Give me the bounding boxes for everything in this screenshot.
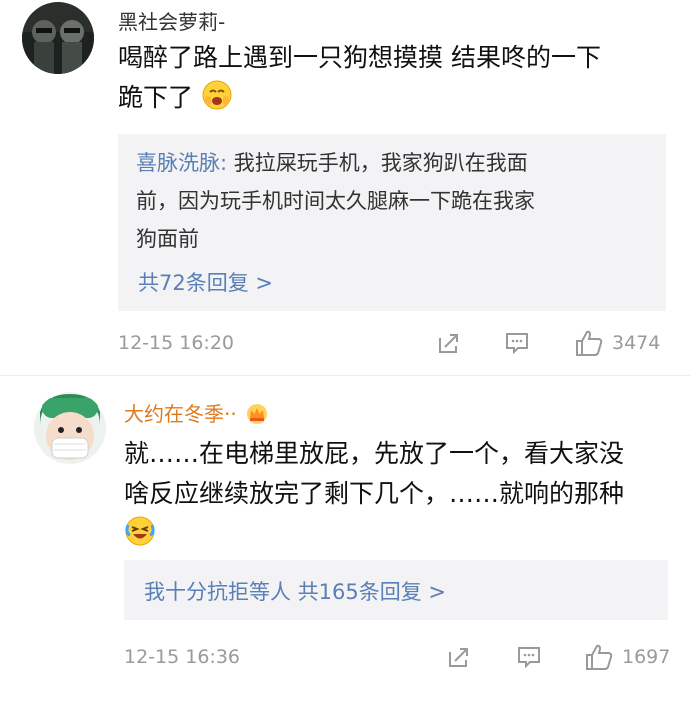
thumbs-up-icon [586,644,613,670]
reply-box[interactable]: 喜脉洗脉: 我拉屎玩手机，我家狗趴在我面 前，因为玩手机时间太久腿麻一下跪在我家… [118,134,666,311]
more-replies-link[interactable]: 共72条回复 > [138,267,273,297]
avatar[interactable] [22,2,94,74]
crown-badge-icon [245,403,269,430]
comment-button[interactable] [504,330,530,356]
comment-2: 大约在冬季·· 就……在电梯里放屁，先放了一个，看大家没 啥反应继续放完了剩下几… [0,376,690,706]
comment-text-line [124,514,684,559]
comment-1: 黑社会萝莉- 喝醉了路上遇到一只狗想摸摸 结果咚的一下 跪下了 喜脉洗脉: 我拉… [0,0,690,375]
comment-text-line: 啥反应继续放完了剩下几个，……就响的那种 [124,479,625,508]
reply-username[interactable]: 我十分抗拒等人 [144,580,291,604]
comment-button[interactable] [516,644,542,670]
comment-text-line: 跪下了 [118,78,678,123]
like-button[interactable]: 3474 [574,328,660,358]
like-button[interactable]: 1697 [584,642,670,672]
share-icon [449,648,468,667]
reply-box[interactable]: 我十分抗拒等人 共165条回复 > [124,560,668,620]
share-button[interactable] [436,330,462,356]
comment-text: 就……在电梯里放屁，先放了一个，看大家没 啥反应继续放完了剩下几个，……就响的那… [124,434,684,559]
comment-icon [506,333,528,355]
avatar-image [34,392,106,464]
reply-line: 狗面前 [136,227,199,251]
comment-text-line: 喝醉了路上遇到一只狗想摸摸 结果咚的一下 [118,43,601,72]
username[interactable]: 大约在冬季·· [124,398,269,430]
like-count: 3474 [612,332,661,354]
comment-text: 喝醉了路上遇到一只狗想摸摸 结果咚的一下 跪下了 [118,38,678,123]
shy-laugh-emoji-icon [201,79,233,123]
share-icon [439,334,458,353]
reply-text: 喜脉洗脉: 我拉屎玩手机，我家狗趴在我面 前，因为玩手机时间太久腿麻一下跪在我家… [136,144,656,258]
avatar-image [22,2,94,74]
reply-line: 喜脉洗脉: 我拉屎玩手机，我家狗趴在我面 [136,151,528,175]
reply-username[interactable]: 喜脉洗脉: [136,151,227,175]
more-replies-link[interactable]: 共165条回复 > [291,580,446,604]
avatar[interactable] [34,392,106,464]
crying-laugh-emoji-icon [124,515,156,559]
thumbs-up-icon [576,330,603,356]
reply-line: 前，因为玩手机时间太久腿麻一下跪在我家 [136,189,535,213]
timestamp: 12-15 16:36 [124,646,241,668]
share-button[interactable] [446,644,472,670]
comment-text-line: 就……在电梯里放屁，先放了一个，看大家没 [124,439,625,468]
comment-icon [518,647,540,669]
username[interactable]: 黑社会萝莉- [118,6,225,35]
like-count: 1697 [622,646,671,668]
timestamp: 12-15 16:20 [118,332,235,354]
reply-preview: 我十分抗拒等人 共165条回复 > [144,576,446,606]
